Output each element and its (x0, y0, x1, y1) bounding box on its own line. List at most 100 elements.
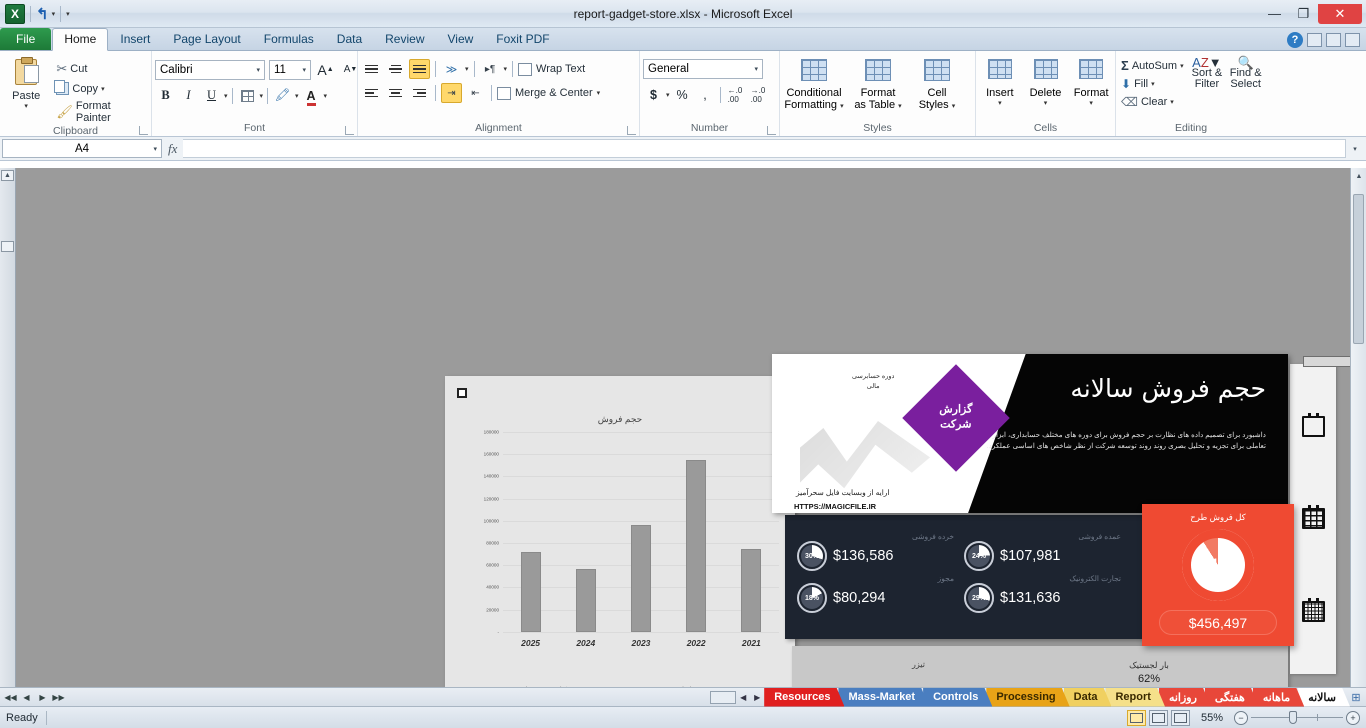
merge-center-button[interactable]: Merge & Center ▾ (497, 86, 601, 100)
number-format-combo[interactable]: General ▾ (643, 59, 763, 79)
close-button[interactable]: ✕ (1318, 3, 1362, 24)
merge-center-dropdown-icon[interactable]: ▾ (597, 89, 601, 97)
comma-format-button[interactable]: , (695, 84, 716, 105)
orientation-dropdown-icon[interactable]: ▾ (465, 65, 469, 73)
text-direction-button[interactable]: ▸¶ (480, 59, 501, 79)
scrollbar-thumb[interactable] (1353, 194, 1364, 344)
sheet-tab-10[interactable]: سالانه (1298, 688, 1350, 707)
alignment-dialog-launcher[interactable] (627, 126, 636, 135)
fill-button[interactable]: ⬇ Fill ▾ (1119, 76, 1186, 92)
tab-page-layout[interactable]: Page Layout (162, 29, 251, 50)
page-layout-view-button[interactable] (1148, 709, 1168, 726)
undo-dropdown-icon[interactable]: ▾ (52, 10, 56, 18)
first-sheet-button[interactable]: ◀◀ (3, 690, 18, 705)
zoom-thumb[interactable] (1289, 711, 1297, 724)
sheet-tab-8[interactable]: هفتگی (1205, 688, 1259, 707)
clipboard-dialog-launcher[interactable] (139, 126, 148, 135)
bold-button[interactable]: B (155, 85, 176, 106)
chevron-down-icon[interactable]: ▾ (952, 103, 956, 110)
paste-dropdown-icon[interactable]: ▾ (24, 102, 28, 110)
horizontal-split-handle[interactable] (710, 690, 737, 704)
formula-input[interactable] (183, 139, 1346, 158)
align-bottom-button[interactable] (409, 59, 430, 79)
close-workbook-icon[interactable] (1345, 33, 1360, 47)
normal-view-button[interactable] (1126, 709, 1146, 726)
total-sales-card[interactable]: کل فروش طرح 91% $456,497 (1142, 504, 1294, 646)
font-size-combo[interactable]: 11 ▾ (269, 59, 311, 80)
tab-foxit-pdf[interactable]: Foxit PDF (485, 29, 560, 50)
gutter-marker-icon[interactable] (1, 241, 14, 252)
sort-filter-button[interactable]: AZ▼ Sort & Filter (1190, 56, 1225, 90)
accounting-dropdown-icon[interactable]: ▾ (666, 91, 670, 99)
tab-data[interactable]: Data (326, 29, 373, 50)
tab-formulas[interactable]: Formulas (253, 29, 325, 50)
excel-logo-icon[interactable]: X (5, 3, 25, 24)
chevron-down-icon[interactable]: ▾ (1180, 62, 1184, 70)
tab-file[interactable]: File (0, 28, 52, 50)
sheet-tab-3[interactable]: Controls (923, 688, 992, 707)
number-dialog-launcher[interactable] (767, 126, 776, 135)
increase-font-size-button[interactable]: A ▲ (315, 59, 336, 80)
text-direction-dropdown-icon[interactable]: ▾ (504, 65, 508, 73)
cell-styles-button[interactable]: Cell Styles ▾ (911, 57, 963, 113)
minimize-button[interactable]: — (1260, 4, 1289, 24)
scroll-left-icon[interactable]: ◀ (736, 690, 750, 704)
accounting-format-button[interactable]: $ (643, 84, 664, 105)
format-painter-button[interactable]: 🖌 Format Painter (53, 99, 148, 125)
name-box[interactable]: A4 ▾ (2, 139, 162, 158)
restore-window-icon[interactable] (1326, 33, 1341, 47)
format-cells-button[interactable]: Format ▾ (1070, 57, 1112, 107)
calendar-week-icon[interactable] (1301, 505, 1325, 530)
gutter-up-icon[interactable]: ▲ (1, 170, 14, 181)
format-as-table-button[interactable]: Format as Table ▾ (847, 57, 909, 113)
align-middle-button[interactable] (385, 59, 406, 79)
scroll-right-icon[interactable]: ▶ (750, 690, 764, 704)
sheet-tab-7[interactable]: روزانه (1159, 688, 1211, 707)
underline-button[interactable]: U (201, 85, 222, 106)
tab-review[interactable]: Review (374, 29, 435, 50)
font-name-combo[interactable]: Calibri ▾ (155, 59, 265, 80)
restore-button[interactable]: ❐ (1289, 4, 1318, 24)
hidden-control-box[interactable] (1303, 356, 1351, 367)
percent-format-button[interactable]: % (672, 84, 693, 105)
sheet-tab-6[interactable]: Report (1105, 688, 1164, 707)
calendar-day-icon[interactable] (1301, 412, 1325, 437)
italic-button[interactable]: I (178, 85, 199, 106)
sheet-tab-4[interactable]: Processing (986, 688, 1069, 707)
scroll-up-icon[interactable]: ▲ (1351, 168, 1366, 184)
autosum-button[interactable]: Σ AutoSum ▾ (1119, 57, 1186, 74)
borders-dropdown-icon[interactable]: ▾ (260, 92, 264, 100)
sheet-tab-5[interactable]: Data (1064, 688, 1112, 707)
hero-header-card[interactable]: حجم فروش سالانه داشبورد برای تصمیم داده … (772, 354, 1288, 513)
font-dialog-launcher[interactable] (345, 126, 354, 135)
borders-button[interactable] (237, 85, 258, 106)
vertical-scrollbar[interactable]: ▲ (1350, 168, 1366, 688)
align-right-button[interactable] (409, 83, 430, 103)
fill-color-dropdown-icon[interactable]: ▾ (295, 92, 299, 100)
font-color-button[interactable]: A (301, 85, 322, 106)
sheet-tab-1[interactable]: Resources (764, 688, 844, 707)
increase-indent-button[interactable]: ⇤ (465, 83, 486, 103)
calendar-month-icon[interactable] (1301, 598, 1325, 623)
minimize-ribbon-icon[interactable] (1307, 33, 1322, 47)
customize-qat-icon[interactable]: ▾ (66, 10, 70, 18)
chevron-down-icon[interactable]: ▾ (1151, 80, 1155, 88)
chevron-down-icon[interactable]: ▾ (1044, 99, 1048, 107)
sheet-tab-2[interactable]: Mass-Market (838, 688, 929, 707)
orientation-button[interactable]: ≫ (441, 59, 462, 79)
wrap-text-button[interactable]: Wrap Text (518, 62, 585, 76)
align-center-button[interactable] (385, 83, 406, 103)
zoom-in-icon[interactable]: + (1346, 710, 1360, 725)
help-icon[interactable]: ? (1287, 32, 1303, 48)
prev-sheet-button[interactable]: ◀ (19, 690, 34, 705)
fill-color-button[interactable]: 🖍 (272, 85, 293, 106)
zoom-slider[interactable]: − + (1234, 710, 1360, 725)
chevron-down-icon[interactable]: ▾ (840, 103, 844, 110)
undo-icon[interactable]: ↰ (36, 5, 49, 23)
page-break-view-button[interactable] (1170, 709, 1190, 726)
chevron-down-icon[interactable]: ▾ (153, 145, 157, 153)
insert-function-icon[interactable]: fx (168, 141, 177, 157)
increase-decimal-button[interactable]: ←.0.00 (725, 84, 746, 105)
align-left-button[interactable] (361, 83, 382, 103)
chart-selection-handle[interactable] (457, 388, 467, 398)
